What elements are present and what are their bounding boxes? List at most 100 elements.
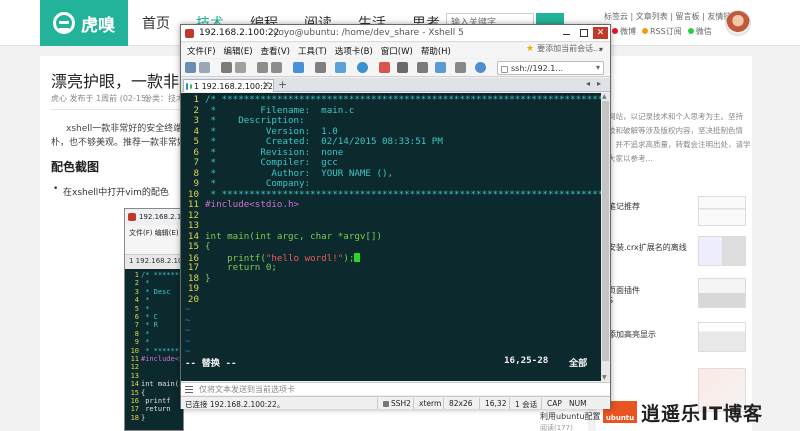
menu-edit[interactable]: 编辑(E) <box>220 45 257 57</box>
chevron-down-icon[interactable]: ▾ <box>599 45 603 54</box>
xshell-behind-terminal[interactable]: 1/* ******* 2 * 3 * Desc 4 * 5 * 6 * C7 * … <box>125 269 183 430</box>
wechat-icon <box>687 28 694 34</box>
help-icon[interactable] <box>475 62 486 73</box>
globe-icon[interactable] <box>357 62 368 73</box>
menu-file[interactable]: 文件(F) <box>181 45 220 57</box>
new-session-icon[interactable] <box>185 62 196 73</box>
print-icon[interactable] <box>315 62 326 73</box>
menu-tab[interactable]: 选项卡(B) <box>331 45 377 57</box>
social-weibo[interactable]: 微博 <box>612 26 636 37</box>
status-caps-lock: CAP <box>547 399 562 408</box>
line-number: 7 <box>134 321 139 330</box>
close-button[interactable]: ✕ <box>593 27 608 39</box>
sidebar-post-thumbnail[interactable] <box>698 196 746 226</box>
sidebar-post-link[interactable]: 利用ubuntu配置 <box>540 411 601 422</box>
status-terminal-type: xterm <box>419 399 442 408</box>
sidebar-post-thumbnail[interactable] <box>698 236 746 266</box>
line-number: 1 <box>134 271 139 279</box>
line-number: 14 <box>130 380 139 389</box>
terminal-line: 13 <box>181 220 205 232</box>
sidebar-post-thumbnail[interactable] <box>698 278 746 308</box>
maximize-button[interactable] <box>576 27 591 39</box>
lock-icon <box>383 401 389 407</box>
vim-empty-line: ~ <box>185 304 191 315</box>
terminal[interactable]: -- 替换 -- 16,25-28 全部 1 /* ***************… <box>181 93 601 381</box>
article-title[interactable]: 漂亮护眼，一款非常 <box>51 68 191 92</box>
sidebar-post-link[interactable]: S <box>608 296 694 305</box>
terminal-line: 6 * C <box>125 313 158 321</box>
social-rss[interactable]: RSS订阅 <box>642 26 682 37</box>
sidebar-post-link[interactable]: 安装.crx扩展名的离线 <box>608 242 694 253</box>
close-icon[interactable]: × <box>262 80 270 90</box>
terminal-line: 2 * <box>125 279 150 287</box>
sidebar-post-link[interactable]: 笔记推荐 <box>608 201 694 212</box>
keyboard-icon[interactable] <box>455 62 466 73</box>
code-token: ); <box>343 252 355 264</box>
code-text: * Version: 1.0 <box>205 125 338 137</box>
close-icon: ✕ <box>596 28 605 38</box>
sidebar-post-thumbnail[interactable] <box>698 322 746 352</box>
article-paragraph: 朴，也不够美观。推荐一款非常好的 <box>51 138 181 148</box>
terminal-line: 8 * <box>125 330 150 338</box>
lock-icon[interactable] <box>435 62 446 73</box>
paste-icon[interactable] <box>271 62 282 73</box>
add-tab-icon[interactable]: + <box>278 78 287 91</box>
terminal-line: 11 #include<s <box>125 355 183 363</box>
terminal-scrollbar[interactable]: ▲ ▼ <box>601 93 610 381</box>
tab-session[interactable]: 1 192.168.2.100:22 × <box>183 79 274 92</box>
menu-icon[interactable] <box>185 385 193 393</box>
sidebar-intro: 网站，以记录技术和个人思考为主。坚持 技和破解等涉及版权内容，坚决抵制色情 ，并… <box>608 110 752 166</box>
tab-session-label: 1 192.168.2.100:22 <box>193 81 273 91</box>
chevron-left-icon[interactable]: ◂ <box>586 79 590 88</box>
font-icon[interactable] <box>397 62 408 73</box>
disconnect-icon[interactable] <box>221 62 232 73</box>
site-logo[interactable]: 虎嗅 <box>40 0 128 46</box>
properties-icon[interactable] <box>335 62 346 73</box>
connected-icon <box>190 83 192 89</box>
menu-help[interactable]: 帮助(H) <box>417 45 455 57</box>
code-text: * **************************************… <box>205 188 601 200</box>
compose-bar[interactable]: 仅将文本发送到当前选项卡 <box>181 382 610 395</box>
xftp-icon[interactable] <box>379 62 390 73</box>
scrollbar-thumb[interactable] <box>602 101 609 361</box>
sidebar-intro-line: ，并不追求高质量，转载会注明出处，请学 <box>608 140 751 149</box>
menu-tools[interactable]: 工具(T) <box>294 45 331 57</box>
find-icon[interactable] <box>293 62 304 73</box>
chevron-down-icon[interactable]: ▾ <box>596 63 600 72</box>
scroll-down-icon[interactable]: ▼ <box>602 374 607 381</box>
code-string: "hello wordl!" <box>265 252 344 264</box>
add-session-hint[interactable]: ★ 要添加当前会话... <box>526 43 601 54</box>
scroll-up-icon[interactable]: ▲ <box>602 93 607 100</box>
reconnect-icon[interactable] <box>235 62 246 73</box>
sidebar-post-link[interactable]: 页面插件 <box>608 285 694 296</box>
menu-view[interactable]: 查看(V) <box>257 45 294 57</box>
top-links[interactable]: 标签云 | 文章列表 | 留言板 | 友情链接 <box>604 11 739 22</box>
address-value: ssh://192.1... <box>511 63 564 73</box>
open-folder-icon[interactable] <box>199 62 210 73</box>
fullscreen-icon[interactable] <box>417 62 428 73</box>
article-category[interactable]: 分类：技术 <box>144 93 184 104</box>
social-weibo-label: 微博 <box>620 27 636 36</box>
title-bar[interactable]: 192.168.2.100:22 yoyo@ubuntu: /home/dev_… <box>181 25 610 42</box>
terminal-line: 18} <box>125 414 146 422</box>
line-number: 13 <box>187 220 199 231</box>
code-text: } <box>205 272 211 284</box>
minimize-button[interactable] <box>559 27 574 39</box>
copy-icon[interactable] <box>257 62 268 73</box>
xshell-behind-tab[interactable]: 1 192.168.2.100 <box>125 255 183 269</box>
code-text: * Desc <box>141 287 171 296</box>
chevron-right-icon[interactable]: ▸ <box>597 79 601 88</box>
xshell-window-behind[interactable]: 192.168.2.100:22 文件(F) 编辑(E) 查 1 192.168… <box>124 208 184 431</box>
menu-window[interactable]: 窗口(W) <box>377 45 417 57</box>
code-text: * Compiler: gcc <box>205 157 338 168</box>
status-connection: 已连接 192.168.2.100:22。 <box>185 400 285 409</box>
sidebar-post-link[interactable]: 添加高亮显示 <box>608 329 694 340</box>
watermark-text: 逍遥乐IT博客 <box>641 402 764 425</box>
compose-hint: 仅将文本发送到当前选项卡 <box>199 384 295 394</box>
status-sessions: 1 会话 <box>515 400 538 409</box>
avatar[interactable] <box>725 10 751 36</box>
social-wechat[interactable]: 微信 <box>687 26 712 37</box>
sidebar-post-views: 阅读(177) <box>540 424 573 431</box>
address-bar[interactable]: ssh://192.1... ▾ <box>497 61 604 75</box>
nav-home[interactable]: 首页 <box>142 13 170 33</box>
